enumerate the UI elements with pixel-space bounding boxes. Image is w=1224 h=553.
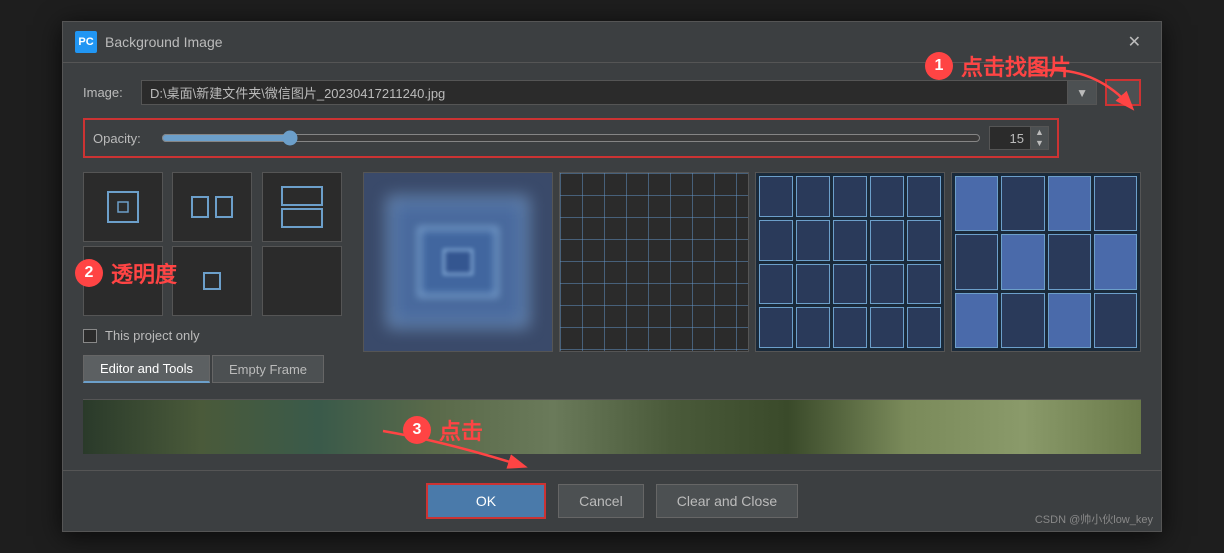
opacity-label: Opacity: [93,131,153,146]
opacity-row: Opacity: ▲ ▼ [83,118,1059,158]
button-row: OK Cancel Clear and Close [63,470,1161,531]
opacity-slider[interactable] [161,130,981,146]
right-panel [363,172,1141,391]
pattern-grid [83,172,347,316]
watermark: CSDN @帅小伙low_key [1035,511,1153,527]
opacity-value-container: ▲ ▼ [989,126,1049,150]
project-only-checkbox[interactable] [83,329,97,343]
dialog-title: Background Image [105,34,223,50]
tab-buttons: Editor and Tools Empty Frame [83,355,347,383]
opacity-value-input[interactable] [990,129,1030,148]
spin-up-button[interactable]: ▲ [1031,127,1048,138]
ok-button[interactable]: OK [426,483,546,519]
pattern-cell-2[interactable] [172,172,252,242]
pattern-cell-6[interactable] [262,246,342,316]
app-icon: PC [75,31,97,53]
browse-button[interactable]: ... [1105,79,1141,106]
pattern-cell-1[interactable] [83,172,163,242]
left-panel: This project only Editor and Tools Empty… [83,172,363,391]
spin-down-button[interactable]: ▼ [1031,138,1048,149]
dropdown-button[interactable]: ▼ [1067,81,1096,104]
preview-split-tiles[interactable] [951,172,1141,352]
checkbox-label: This project only [105,328,200,343]
image-row: Image: ▼ ... [83,79,1141,106]
cancel-button[interactable]: Cancel [558,484,644,518]
image-path-input[interactable] [142,81,1067,104]
content-area: This project only Editor and Tools Empty… [83,172,1141,391]
pattern-cell-3[interactable] [262,172,342,242]
pattern-cell-5[interactable] [172,246,252,316]
image-label: Image: [83,85,133,100]
tab-editor-tools[interactable]: Editor and Tools [83,355,210,383]
preview-blur[interactable] [363,172,553,352]
close-button[interactable]: ✕ [1120,30,1149,54]
preview-grid[interactable] [559,172,749,352]
title-bar: PC Background Image ✕ [63,22,1161,63]
preview-tiles[interactable] [755,172,945,352]
tab-empty-frame[interactable]: Empty Frame [212,355,324,383]
image-strip [83,399,1141,454]
spin-buttons: ▲ ▼ [1030,127,1048,149]
checkbox-row: This project only [83,328,347,343]
pattern-cell-4[interactable] [83,246,163,316]
image-path-container: ▼ [141,80,1097,105]
clear-close-button[interactable]: Clear and Close [656,484,798,518]
